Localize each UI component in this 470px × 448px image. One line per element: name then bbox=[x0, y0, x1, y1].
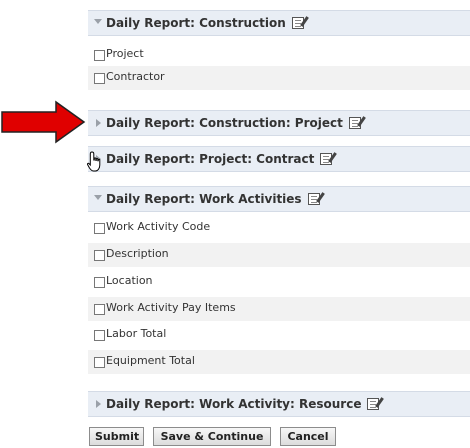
red-arrow-icon bbox=[1, 100, 86, 144]
section-header-construction[interactable]: Daily Report: Construction bbox=[88, 10, 470, 36]
field-row: Description bbox=[88, 243, 470, 267]
field-label: Contractor bbox=[106, 70, 165, 83]
field-checkbox[interactable] bbox=[94, 277, 105, 288]
field-row: Project bbox=[88, 43, 470, 67]
edit-icon[interactable] bbox=[307, 193, 320, 205]
edit-icon[interactable] bbox=[320, 153, 333, 165]
section-header-project-contract[interactable]: Daily Report: Project: Contract bbox=[88, 146, 470, 172]
section-title: Daily Report: Work Activity: Resource bbox=[106, 397, 362, 411]
field-checkbox[interactable] bbox=[94, 73, 105, 84]
field-row: Location bbox=[88, 270, 470, 294]
edit-icon[interactable] bbox=[367, 398, 380, 410]
field-checkbox[interactable] bbox=[94, 250, 105, 261]
field-label: Location bbox=[106, 274, 153, 287]
field-label: Work Activity Code bbox=[106, 220, 211, 233]
cancel-button[interactable]: Cancel bbox=[280, 427, 336, 446]
expand-triangle-icon[interactable] bbox=[96, 119, 101, 127]
field-checkbox[interactable] bbox=[94, 357, 105, 368]
section-title: Daily Report: Construction: Project bbox=[106, 116, 343, 130]
section-title: Daily Report: Construction bbox=[106, 16, 286, 30]
section-title: Daily Report: Project: Contract bbox=[106, 152, 315, 166]
field-label: Equipment Total bbox=[106, 354, 195, 367]
submit-button[interactable]: Submit bbox=[89, 427, 144, 446]
edit-icon[interactable] bbox=[291, 17, 304, 29]
section-header-work-activity-resource[interactable]: Daily Report: Work Activity: Resource bbox=[88, 391, 470, 417]
field-checkbox[interactable] bbox=[94, 223, 105, 234]
section-title: Daily Report: Work Activities bbox=[106, 192, 302, 206]
field-label: Work Activity Pay Items bbox=[106, 301, 236, 314]
hand-pointer-icon bbox=[86, 151, 101, 172]
field-row: Labor Total bbox=[88, 323, 470, 347]
field-checkbox[interactable] bbox=[94, 304, 105, 315]
section-header-construction-project[interactable]: Daily Report: Construction: Project bbox=[88, 110, 470, 136]
field-label: Description bbox=[106, 247, 169, 260]
field-label: Project bbox=[106, 47, 144, 60]
field-row: Equipment Total bbox=[88, 350, 470, 374]
expand-triangle-icon[interactable] bbox=[96, 400, 101, 408]
field-row: Work Activity Pay Items bbox=[88, 297, 470, 321]
collapse-triangle-icon[interactable] bbox=[94, 195, 102, 200]
edit-icon[interactable] bbox=[348, 117, 361, 129]
field-row: Contractor bbox=[88, 66, 470, 90]
field-row: Work Activity Code bbox=[88, 216, 470, 240]
field-checkbox[interactable] bbox=[94, 50, 105, 61]
field-checkbox[interactable] bbox=[94, 330, 105, 341]
section-header-work-activities[interactable]: Daily Report: Work Activities bbox=[88, 186, 470, 212]
field-label: Labor Total bbox=[106, 327, 167, 340]
collapse-triangle-icon[interactable] bbox=[94, 19, 102, 24]
save-continue-button[interactable]: Save & Continue bbox=[153, 427, 271, 446]
